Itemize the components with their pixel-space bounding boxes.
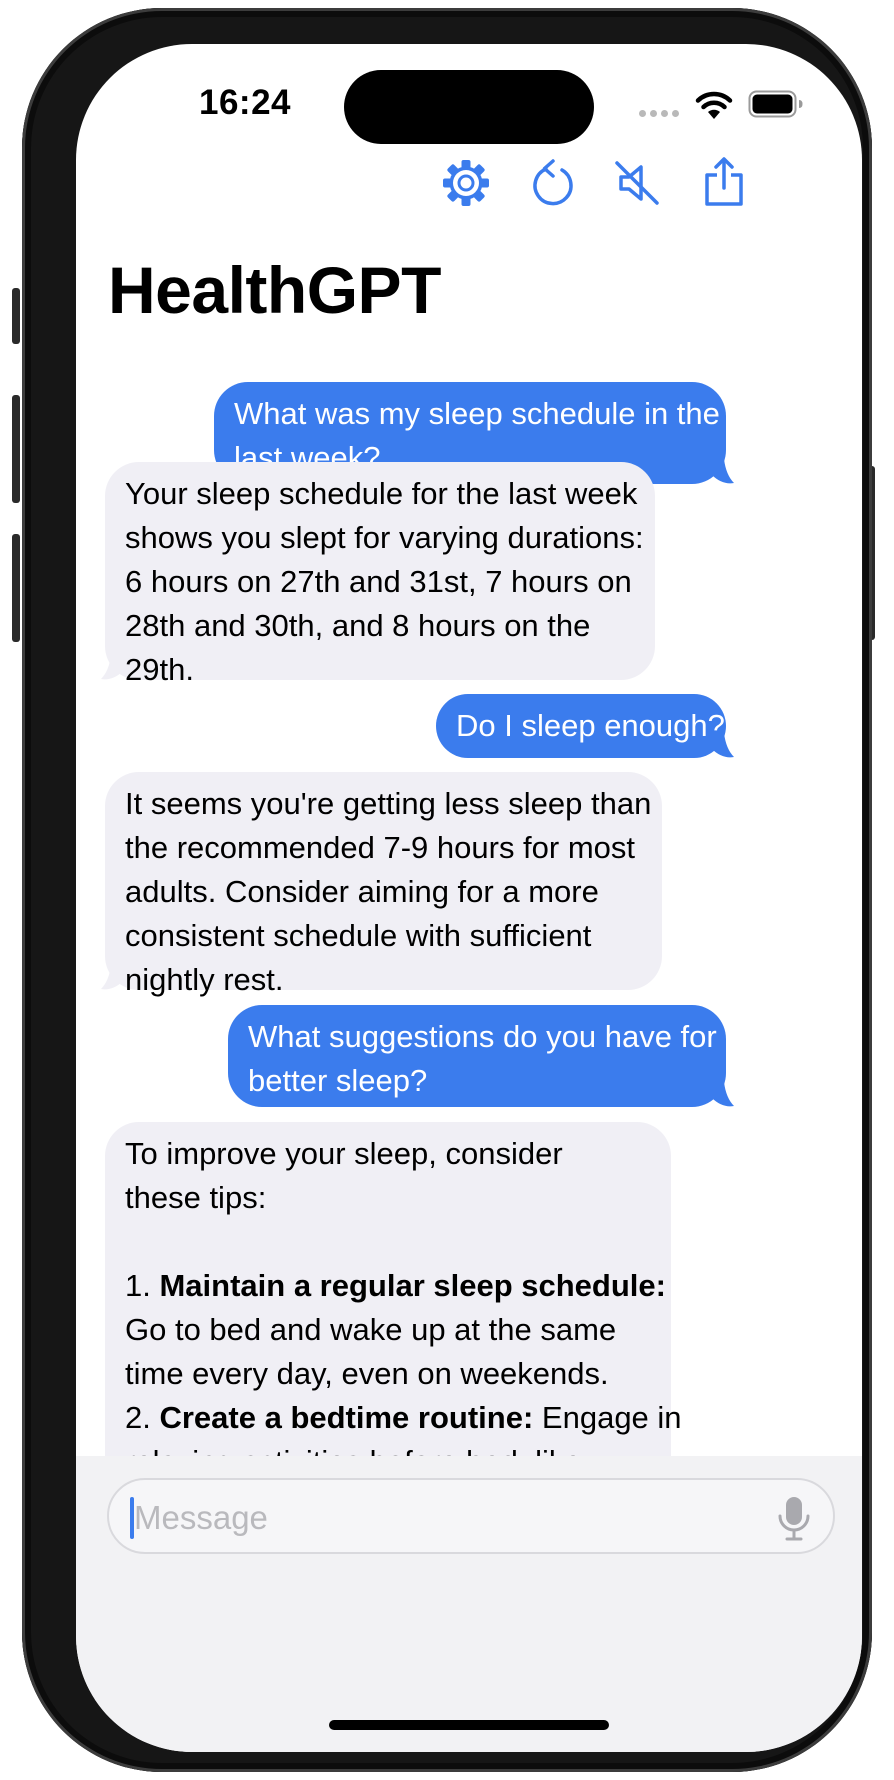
message-line: better sleep?: [248, 1063, 428, 1098]
message-line: What suggestions do you have for: [248, 1019, 717, 1054]
user-message: Do I sleep enough?: [436, 694, 726, 758]
tip-title: Maintain a regular sleep schedule:: [159, 1268, 666, 1303]
screen: 16:24 HealthGPT What was my sleep schedu…: [76, 44, 862, 1752]
battery-icon: [748, 90, 803, 118]
chat-transcript[interactable]: What was my sleep schedule in the last w…: [76, 346, 862, 1456]
message-placeholder: Message: [134, 1499, 268, 1536]
assistant-message: To improve your sleep, consider these ti…: [105, 1122, 682, 1456]
message-line: these tips:: [125, 1180, 267, 1215]
mute-button[interactable]: [611, 156, 665, 210]
user-message: What suggestions do you have for better …: [228, 1005, 726, 1107]
counterclockwise-arrow-icon: [533, 159, 573, 206]
message-line: It seems you're getting less sleep than: [125, 786, 652, 821]
bubble-tail: [712, 459, 734, 484]
message-line: consistent schedule with sufficient: [125, 918, 592, 953]
bubble-tail: [101, 655, 123, 680]
home-indicator[interactable]: [329, 1720, 609, 1730]
tip-number: 2.: [125, 1400, 151, 1435]
message-input[interactable]: Message: [107, 1478, 835, 1554]
gear-icon: [443, 160, 489, 206]
app-title: HealthGPT: [108, 253, 441, 327]
wifi-icon: [695, 91, 733, 119]
speaker-slash-icon: [615, 161, 659, 205]
message-line: shows you slept for varying durations:: [125, 520, 644, 555]
share-icon: [705, 157, 743, 206]
message-line: What was my sleep schedule in the: [234, 396, 720, 431]
volume-up-button: [12, 395, 20, 503]
dynamic-island: [344, 70, 594, 144]
assistant-message: Your sleep schedule for the last week sh…: [105, 462, 655, 687]
share-button[interactable]: [697, 156, 751, 210]
status-time: 16:24: [198, 83, 292, 122]
cellular-signal-icon: [639, 110, 681, 118]
tip-1-heading: 1. Maintain a regular sleep schedule:: [125, 1264, 666, 1308]
bubble-tail: [101, 965, 123, 990]
bubble-tail: [712, 733, 734, 758]
message-line: time every day, even on weekends.: [125, 1356, 609, 1391]
tip-title: Create a bedtime routine:: [159, 1400, 534, 1435]
message-line: Go to bed and wake up at the same: [125, 1312, 617, 1347]
tip-text: Engage in: [541, 1400, 682, 1435]
message-line: adults. Consider aiming for a more: [125, 874, 599, 909]
message-line: 6 hours on 27th and 31st, 7 hours on: [125, 564, 632, 599]
message-line: 29th.: [125, 652, 194, 687]
action-button: [12, 288, 20, 344]
message-line: To improve your sleep, consider: [125, 1136, 563, 1171]
tip-number: 1.: [125, 1268, 151, 1303]
message-line: 28th and 30th, and 8 hours on the: [125, 608, 591, 643]
volume-down-button: [12, 534, 20, 642]
tip-2-heading: 2. Create a bedtime routine: Engage in: [125, 1396, 682, 1440]
microphone-icon[interactable]: [777, 1496, 811, 1542]
reset-chat-button[interactable]: [526, 156, 580, 210]
assistant-message: It seems you're getting less sleep than …: [105, 772, 662, 997]
phone-frame: 16:24 HealthGPT What was my sleep schedu…: [22, 8, 872, 1772]
message-line: nightly rest.: [125, 962, 284, 997]
message-line: Your sleep schedule for the last week: [125, 476, 638, 511]
settings-button[interactable]: [439, 156, 493, 210]
message-line: Do I sleep enough?: [456, 708, 725, 743]
message-line: the recommended 7-9 hours for most: [125, 830, 636, 865]
bubble-tail: [712, 1082, 734, 1107]
message-line: relaxing activities before bed, like: [125, 1440, 651, 1456]
